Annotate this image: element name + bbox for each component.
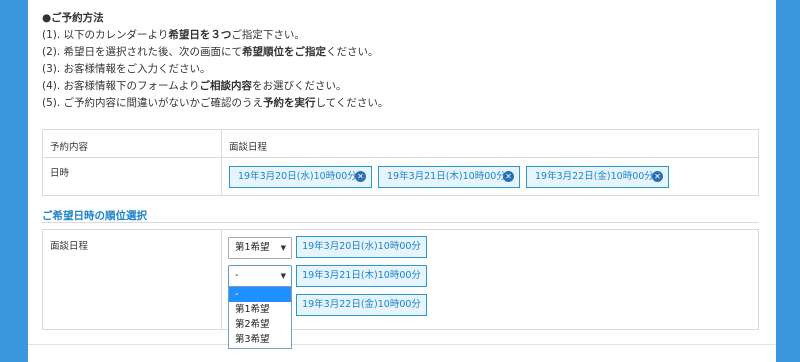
selected-date-chip: 19年3月21日(木)10時00分 ✕ [378, 166, 520, 188]
instruction-text: をお選びください。 [252, 80, 347, 92]
instruction-text: (5). ご予約内容に間違いがないかご確認のうえ [42, 97, 264, 109]
close-circle-icon[interactable]: ✕ [503, 171, 514, 182]
instruction-bold: 希望順位をご指定 [242, 46, 327, 58]
selected-date-text: 19年3月22日(金)10時00分 [535, 171, 654, 182]
instruction-text: (3). お客様情報をご入力ください。 [42, 63, 211, 75]
col-header-schedule: 面談日程 [229, 142, 268, 153]
instruction-line: (5). ご予約内容に間違いがないかご確認のうえ予約を実行してください。 [42, 95, 388, 112]
instruction-line: (3). お客様情報をご入力ください。 [42, 61, 388, 78]
caret-down-icon: ▼ [280, 244, 286, 252]
reservation-panel: ●ご予約方法 (1). 以下のカレンダーより希望日を３つご指定下さい。 (2).… [28, 0, 776, 362]
close-circle-icon[interactable]: ✕ [652, 171, 663, 182]
row-label-datetime: 日時 [50, 168, 70, 179]
section-divider [42, 222, 759, 223]
instructions-heading: ●ご予約方法 [42, 12, 104, 24]
instruction-bold: 予約を実行 [263, 97, 316, 109]
column-divider [221, 130, 222, 195]
dropdown-option[interactable]: 第3希望 [229, 332, 291, 347]
instruction-bold: 希望日を３つ [168, 29, 232, 41]
instruction-line: (4). お客様情報下のフォームよりご相談内容をお選びください。 [42, 78, 388, 95]
instruction-bold: ご相談内容 [199, 80, 253, 92]
rank-dropdown-list: - 第1希望 第2希望 第3希望 [228, 286, 292, 349]
ranking-date-chip: 19年3月22日(金)10時00分 [296, 294, 427, 316]
summary-datetime-row: 日時 19年3月20日(水)10時00分 ✕ 19年3月21日(木)10時00分… [43, 158, 758, 195]
dropdown-option[interactable]: 第2希望 [229, 317, 291, 332]
instruction-text: してください。 [315, 97, 389, 109]
instructions: ●ご予約方法 (1). 以下のカレンダーより希望日を３つご指定下さい。 (2).… [42, 10, 388, 112]
selected-date-chip: 19年3月20日(水)10時00分 ✕ [229, 166, 372, 188]
instruction-text: ご指定下さい。 [231, 29, 305, 41]
rank-select-value: - [235, 270, 239, 281]
dropdown-option[interactable]: 第1希望 [229, 302, 291, 317]
ranking-date-chip: 19年3月21日(木)10時00分 [296, 265, 427, 287]
rank-select-value: 第1希望 [235, 242, 270, 253]
instruction-text: (2). 希望日を選択された後、次の画面にて [42, 46, 243, 58]
selected-date-chip: 19年3月22日(金)10時00分 ✕ [526, 166, 669, 188]
instruction-text: ください。 [326, 46, 379, 58]
rank-select-2[interactable]: - ▼ [228, 265, 292, 287]
instruction-text: (4). お客様情報下のフォームより [42, 80, 200, 92]
selected-date-text: 19年3月20日(水)10時00分 [238, 171, 357, 182]
reservation-summary-table: 予約内容 面談日程 日時 19年3月20日(水)10時00分 ✕ 19年3月21… [42, 129, 759, 196]
rank-select-1[interactable]: 第1希望 ▼ [228, 237, 292, 259]
bottom-divider [28, 344, 776, 345]
ranking-date-chip: 19年3月20日(水)10時00分 [296, 236, 427, 258]
instruction-line: (2). 希望日を選択された後、次の画面にて希望順位をご指定ください。 [42, 44, 388, 61]
ranking-section-title: ご希望日時の順位選択 [42, 210, 147, 222]
dropdown-option[interactable]: - [229, 287, 291, 302]
selected-date-text: 19年3月21日(木)10時00分 [387, 171, 506, 182]
caret-down-icon: ▼ [280, 272, 286, 280]
column-divider [221, 230, 222, 329]
col-header-content: 予約内容 [50, 142, 89, 153]
instruction-line: (1). 以下のカレンダーより希望日を３つご指定下さい。 [42, 27, 388, 44]
instruction-text: (1). 以下のカレンダーより [42, 29, 169, 41]
close-circle-icon[interactable]: ✕ [355, 171, 366, 182]
summary-header-row: 予約内容 面談日程 [43, 130, 758, 158]
row-label-schedule: 面談日程 [50, 241, 89, 252]
